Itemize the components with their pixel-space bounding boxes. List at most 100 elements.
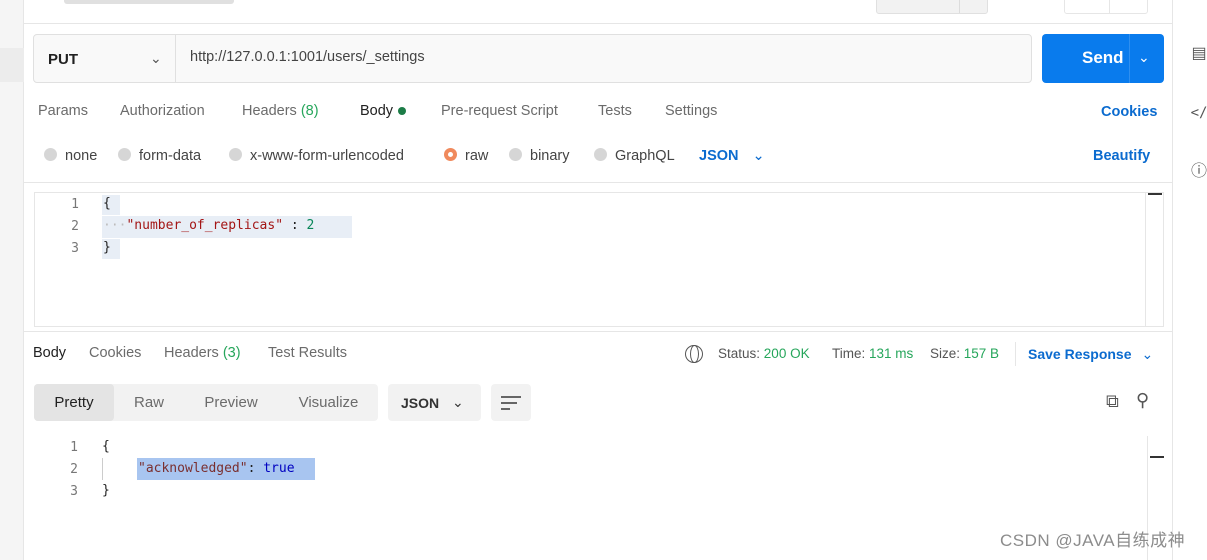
body-format-label: JSON	[699, 148, 739, 164]
code-line-3: }	[102, 483, 110, 498]
tab-tests[interactable]: Tests	[598, 103, 632, 119]
tab-body-label: Body	[360, 103, 394, 119]
view-pretty[interactable]: Pretty	[34, 384, 114, 421]
tab-body[interactable]: Body	[360, 103, 407, 119]
resp-tab-test-results[interactable]: Test Results	[268, 345, 347, 361]
json-key: "number_of_replicas"	[126, 218, 284, 233]
indent-guide	[102, 458, 103, 480]
status-value: 200 OK	[763, 346, 810, 361]
headers-count: (8)	[300, 103, 319, 119]
modified-dot	[398, 107, 407, 116]
tab-headers[interactable]: Headers (8)	[242, 103, 319, 119]
option-raw[interactable]: raw	[444, 148, 488, 164]
globe-icon[interactable]	[685, 345, 703, 363]
tab-header-bar	[24, 0, 1172, 24]
search-icon[interactable]: ⚲	[1136, 390, 1149, 411]
tab-pre-request-script[interactable]: Pre-request Script	[441, 103, 558, 119]
wrap-lines-icon[interactable]	[491, 384, 531, 421]
time-label: Time:	[832, 346, 866, 361]
status-label: Status:	[718, 346, 761, 361]
size-label: Size:	[930, 346, 961, 361]
code-icon[interactable]: </	[1189, 103, 1207, 123]
save-response-label: Save Response	[1028, 346, 1132, 362]
save-button[interactable]	[876, 0, 988, 14]
code-line-2: ···"number_of_replicas" : 2	[103, 215, 314, 237]
option-label: none	[65, 148, 98, 164]
send-button[interactable]: Send ⌄	[1042, 34, 1164, 83]
json-value: true	[263, 461, 295, 476]
option-label: raw	[465, 148, 489, 164]
sidebar-selected-item[interactable]	[0, 48, 24, 82]
code-line-3: }	[103, 240, 111, 255]
line-number: 2	[70, 462, 78, 477]
copy-icon[interactable]: ⧉	[1106, 391, 1119, 412]
method-select[interactable]: PUT ⌄	[34, 35, 176, 82]
url-bar: PUT ⌄	[33, 34, 1032, 83]
line-number: 1	[70, 440, 78, 455]
resp-tab-headers[interactable]: Headers (3)	[164, 345, 241, 361]
radio-selected-icon	[444, 148, 457, 161]
tab-params[interactable]: Params	[38, 103, 88, 119]
json-sep: :	[283, 218, 307, 233]
save-response-button[interactable]: Save Response ⌄	[1028, 346, 1153, 363]
right-sidebar: ▤ </ ⓘ	[1172, 0, 1207, 560]
beautify-link[interactable]: Beautify	[1093, 148, 1150, 164]
watermark: CSDN @JAVA自练成神	[1000, 531, 1186, 550]
json-key: "acknowledged"	[138, 461, 248, 476]
resp-headers-count: (3)	[222, 345, 241, 361]
option-none[interactable]: none	[44, 148, 97, 164]
view-preview[interactable]: Preview	[186, 384, 276, 421]
line-number: 2	[71, 219, 79, 234]
request-body-editor[interactable]: 1 2 3 { ···"number_of_replicas" : 2 }	[34, 192, 1164, 327]
header-actions[interactable]	[1064, 0, 1148, 14]
body-format-select[interactable]: JSON ⌄	[699, 148, 765, 164]
line-number: 3	[71, 241, 79, 256]
info-icon[interactable]: ⓘ	[1189, 162, 1207, 182]
left-sidebar-strip	[0, 0, 24, 560]
option-binary[interactable]: binary	[509, 148, 570, 164]
option-form-data[interactable]: form-data	[118, 148, 201, 164]
radio-icon	[594, 148, 607, 161]
view-visualize[interactable]: Visualize	[286, 384, 371, 421]
code-line-1: {	[102, 439, 110, 454]
response-format-select[interactable]: JSON ⌄	[388, 384, 481, 421]
resp-tab-cookies[interactable]: Cookies	[89, 345, 141, 361]
code-line-2: "acknowledged": true	[138, 458, 295, 480]
time-readout[interactable]: Time: 131 ms	[832, 346, 913, 361]
chevron-down-icon[interactable]: ⌄	[1138, 49, 1150, 66]
option-x-www-form-urlencoded[interactable]: x-www-form-urlencoded	[229, 148, 404, 164]
line-number: 1	[71, 197, 79, 212]
option-graphql[interactable]: GraphQL	[594, 148, 675, 164]
chevron-down-icon: ⌄	[752, 148, 765, 164]
comment-icon[interactable]: ▤	[1189, 44, 1207, 64]
cookies-link[interactable]: Cookies	[1101, 104, 1157, 120]
resp-tab-headers-label: Headers	[164, 345, 219, 361]
response-format-label: JSON	[401, 395, 440, 411]
option-label: x-www-form-urlencoded	[250, 148, 404, 164]
divider	[24, 331, 1172, 332]
option-label: GraphQL	[615, 148, 675, 164]
view-raw[interactable]: Raw	[114, 384, 184, 421]
response-body[interactable]: 1 2 3 { "acknowledged": true }	[34, 436, 1146, 560]
method-label: PUT	[48, 51, 78, 68]
size-readout[interactable]: Size: 157 B	[930, 346, 999, 361]
send-label: Send	[1082, 48, 1124, 67]
tab-settings[interactable]: Settings	[665, 103, 717, 119]
status-readout[interactable]: Status: 200 OK	[718, 346, 810, 361]
line-number: 3	[70, 484, 78, 499]
json-value: 2	[306, 218, 315, 233]
size-value: 157 B	[963, 346, 1000, 361]
option-label: binary	[530, 148, 570, 164]
code-line-1: {	[103, 196, 111, 211]
tab-authorization[interactable]: Authorization	[120, 103, 205, 119]
url-input[interactable]	[190, 49, 1010, 65]
time-value: 131 ms	[869, 346, 914, 361]
divider	[24, 182, 1172, 183]
resp-tab-body[interactable]: Body	[33, 345, 66, 361]
option-label: form-data	[139, 148, 202, 164]
response-view-selector: Pretty Raw Preview Visualize	[34, 384, 378, 421]
editor-scrollbar[interactable]	[1145, 193, 1163, 326]
json-sep: :	[247, 461, 264, 476]
chevron-down-icon: ⌄	[150, 50, 162, 66]
tab-headers-label: Headers	[242, 103, 297, 119]
